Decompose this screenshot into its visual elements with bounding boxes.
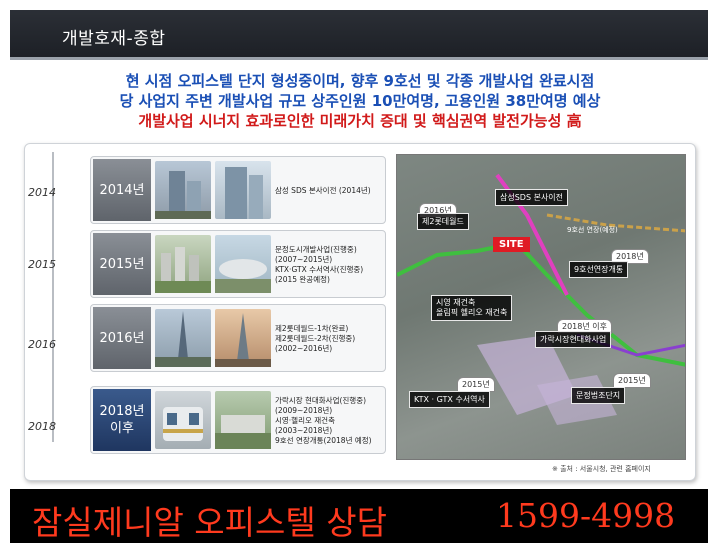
timeline-row-2016: 2016년 제2롯데월드-1차(완료) 제2롯데월드-2차(진행중) (2002… bbox=[90, 304, 386, 372]
headline-line-1: 현 시점 오피스텔 단지 형성중이며, 향후 9호선 및 각종 개발사업 완료시… bbox=[125, 72, 595, 90]
row-year-label: 2014년 bbox=[93, 159, 151, 221]
timeline-row-2015: 2015년 문정도시개발사업(진행중) (2007~2015년) KTX·GTX… bbox=[90, 230, 386, 298]
map-label-reconstruction: 시영 재건축 올림픽 헬리오 재건축 bbox=[431, 295, 513, 321]
map-label-garak-market: 가락시장현대화사업 bbox=[535, 331, 612, 348]
tower-photo bbox=[215, 309, 271, 367]
headline-line-3: 개발사업 시너지 효과로인한 미래가치 증대 및 핵심권역 발전가능성 高 bbox=[138, 112, 582, 130]
timeline-year-2016: 2016 bbox=[28, 338, 56, 351]
line9-note: 9호선 연장(예정) bbox=[567, 226, 618, 234]
row-description: 가락시장 현대화사업(진행중) (2009~2018년) 시영·헬리오 재건축 … bbox=[275, 396, 372, 445]
footer-phone[interactable]: 1599-4998 bbox=[496, 496, 675, 535]
district-photo bbox=[155, 235, 211, 293]
tower-photo bbox=[155, 309, 211, 367]
development-map: 2016년 제2롯데월드 삼성SDS 본사이전 SITE 9호선 연장(예정) … bbox=[396, 154, 686, 460]
building-photo bbox=[215, 161, 271, 219]
map-label-samsung-sds: 삼성SDS 본사이전 bbox=[495, 189, 569, 206]
header-bar: 개발호재-종합 bbox=[10, 10, 708, 60]
map-year-tag: 2015년 bbox=[457, 377, 495, 392]
row-description: 문정도시개발사업(진행중) (2007~2015년) KTX·GTX 수서역사(… bbox=[275, 245, 364, 284]
timeline-year-2018: 2018 bbox=[28, 420, 56, 433]
footer-banner: 잠실제니알 오피스텔 상담 1599-4998 bbox=[10, 489, 708, 543]
subway-photo bbox=[155, 391, 211, 449]
site-badge: SITE bbox=[493, 237, 530, 252]
row-description: 삼성 SDS 본사이전 (2014년) bbox=[275, 186, 371, 195]
row-description: 제2롯데월드-1차(완료) 제2롯데월드-2차(진행중) (2002~2016년… bbox=[275, 324, 356, 353]
map-label-line9: 9호선연장개통 bbox=[569, 261, 629, 278]
map-year-tag: 2015년 bbox=[613, 373, 651, 388]
page-title: 개발호재-종합 bbox=[62, 29, 166, 49]
map-label-suseo-station: KTX · GTX 수서역사 bbox=[409, 391, 490, 408]
footer-consult-text: 잠실제니알 오피스텔 상담 bbox=[32, 503, 387, 542]
map-label-lotte-world: 제2롯데월드 bbox=[417, 213, 469, 230]
timeline-year-2015: 2015 bbox=[28, 258, 56, 271]
timeline-row-2014: 2014년 삼성 SDS 본사이전 (2014년) bbox=[90, 156, 386, 224]
row-year-label: 2015년 bbox=[93, 233, 151, 295]
row-year-label: 2018년 이후 bbox=[93, 389, 151, 451]
headline-line-2: 당 사업지 주변 개발사업 규모 상주인원 10만여명, 고용인원 38만여명 … bbox=[119, 92, 601, 110]
market-photo bbox=[215, 391, 271, 449]
map-label-munjeong: 문정법조단지 bbox=[571, 387, 626, 404]
building-photo bbox=[155, 161, 211, 219]
timeline-year-2014: 2014 bbox=[28, 186, 56, 199]
station-photo bbox=[215, 235, 271, 293]
timeline-row-2018: 2018년 이후 가락시장 현대화사업(진행중) (2009~2018년) 시영… bbox=[90, 386, 386, 454]
row-year-label: 2016년 bbox=[93, 307, 151, 369]
source-note: ※ 출처 : 서울시청, 관련 홈페이지 bbox=[552, 465, 651, 473]
